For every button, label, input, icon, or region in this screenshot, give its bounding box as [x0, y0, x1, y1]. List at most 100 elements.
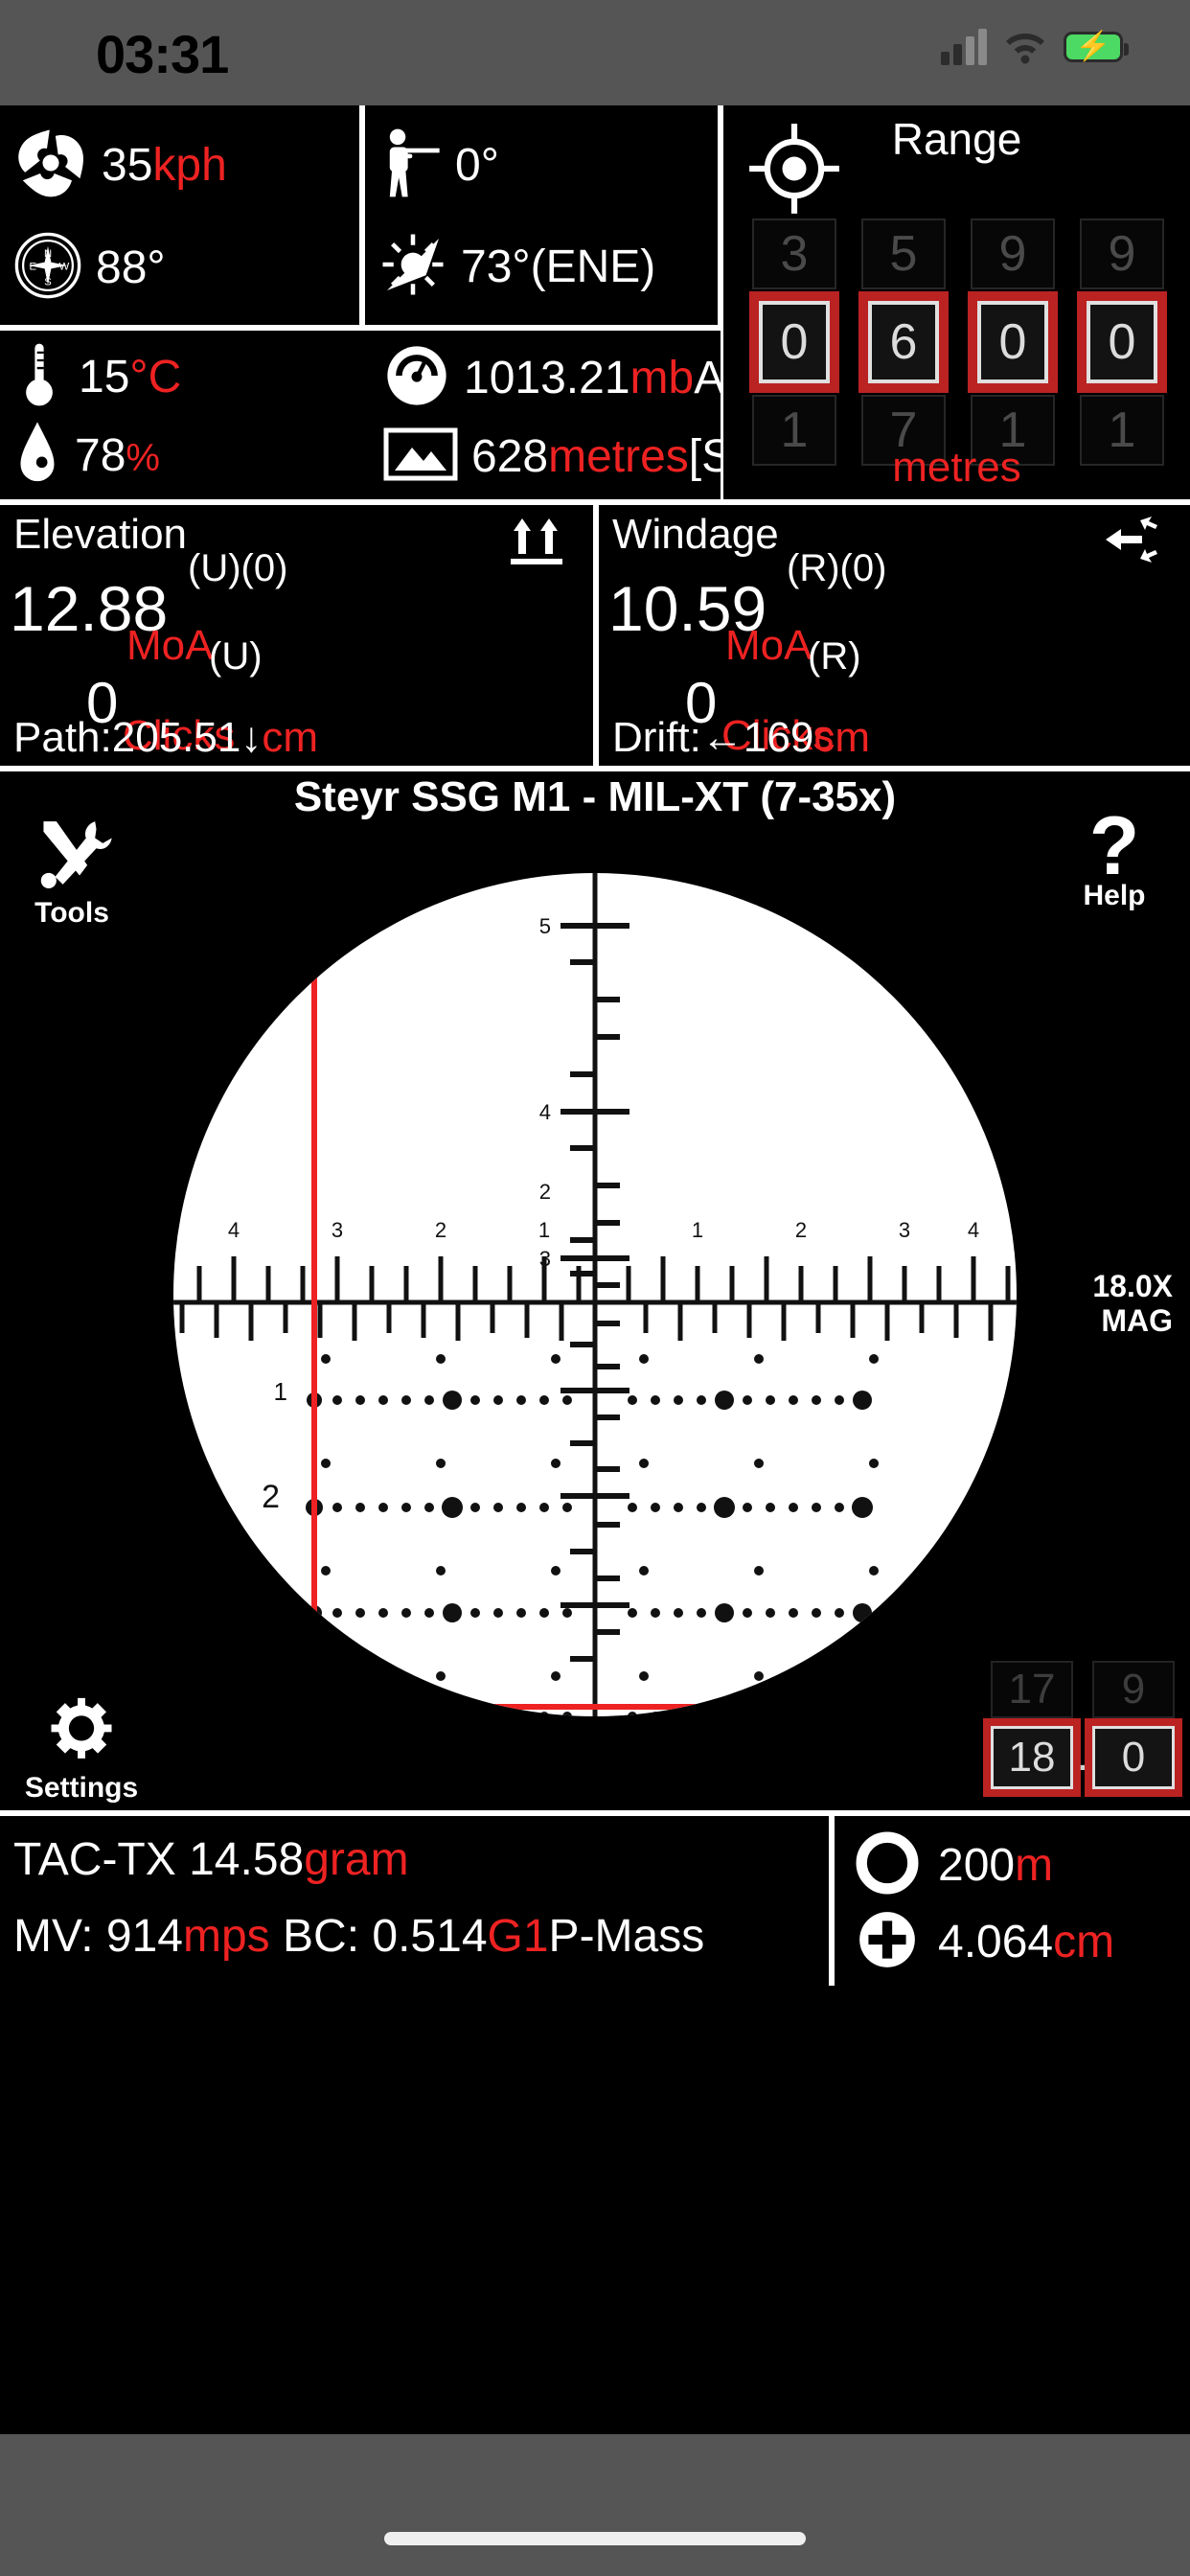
- wind-speed-row[interactable]: 35kph: [13, 126, 359, 205]
- svg-text:4: 4: [228, 1218, 240, 1242]
- range-picker[interactable]: Range 3 0 1 5 6 7 9 0 1 9 0 1 metres: [721, 105, 1190, 502]
- svg-text:4: 4: [271, 1696, 287, 1728]
- zero-range-row[interactable]: 200m: [856, 1831, 1053, 1899]
- wifi-icon: [1004, 30, 1046, 64]
- elevation-panel[interactable]: Elevation (U)(0) 12.88 MoA (U) 0 Clicks …: [0, 502, 596, 769]
- svg-text:2: 2: [435, 1218, 446, 1242]
- svg-text:N: N: [44, 248, 52, 260]
- windage-title: Windage: [612, 511, 779, 558]
- range-digit-above[interactable]: 5: [861, 218, 946, 289]
- mag-digit-above[interactable]: 9: [1092, 1661, 1175, 1718]
- zero-range-value: 200m: [938, 1840, 1054, 1891]
- elevation-title: Elevation: [13, 511, 188, 558]
- range-digit-wheels[interactable]: 3 0 1 5 6 7 9 0 1 9 0 1: [744, 218, 1172, 466]
- svg-text:1: 1: [692, 1218, 703, 1242]
- temperature-row[interactable]: 15°C: [13, 339, 383, 415]
- humidity-drop-icon: [13, 420, 61, 492]
- svg-text:W: W: [59, 261, 70, 272]
- svg-text:1: 1: [538, 1218, 550, 1242]
- svg-text:2: 2: [795, 1218, 807, 1242]
- mag-digit-column[interactable]: 9 0: [1085, 1661, 1182, 1797]
- status-bar: 03:31 ⚡: [0, 0, 1190, 105]
- mag-digit-selected[interactable]: 0: [1085, 1718, 1182, 1797]
- mag-digit-selected[interactable]: 18: [983, 1718, 1081, 1797]
- range-digit-selected[interactable]: 6: [858, 291, 949, 393]
- compass-icon: N S E W: [13, 231, 82, 305]
- svg-text:5: 5: [1060, 1218, 1071, 1242]
- home-indicator[interactable]: [384, 2532, 806, 2545]
- temperature-value: 15°C: [79, 351, 182, 402]
- sight-height-value: 4.064cm: [938, 1917, 1115, 1967]
- humidity-row[interactable]: 78%: [13, 420, 383, 492]
- compass-rose-icon: [378, 230, 447, 304]
- gauge-icon: [383, 342, 450, 414]
- status-bar-clock: 03:31: [96, 24, 229, 84]
- range-digit-above[interactable]: 9: [971, 218, 1055, 289]
- range-digit-above[interactable]: 3: [752, 218, 836, 289]
- angle-cell[interactable]: 0° 73°(ENE): [362, 105, 721, 328]
- mag-digit-column[interactable]: 17 18: [983, 1661, 1081, 1797]
- magnification-readout: 18.0X MAG: [1092, 1269, 1173, 1339]
- elevation-unit: MoA: [126, 622, 214, 669]
- wind-bearing-row[interactable]: N S E W 88°: [13, 231, 359, 305]
- ring-icon: [856, 1831, 919, 1899]
- help-button[interactable]: ? Help: [1052, 800, 1177, 912]
- windage-panel[interactable]: Windage (R)(0) 10.59 MoA (R) 0 Clicks Dr…: [596, 502, 1190, 769]
- svg-text:2: 2: [274, 1590, 287, 1619]
- plus-circle-icon: [856, 1908, 919, 1976]
- svg-text:4: 4: [968, 1218, 979, 1242]
- question-mark-icon: ?: [1088, 800, 1140, 892]
- range-digit-column[interactable]: 5 6 7: [854, 218, 953, 466]
- ballistics-app: 35kph N S E W 88° 0° 73°(ENE) 15°C 78% 1…: [0, 105, 1190, 2434]
- mag-decimal-separator: .: [1076, 1730, 1089, 1781]
- humidity-value: 78%: [75, 429, 160, 481]
- svg-text:4: 4: [539, 1100, 551, 1124]
- range-digit-above[interactable]: 9: [1080, 218, 1164, 289]
- mag-digit-above[interactable]: 17: [991, 1661, 1073, 1718]
- svg-text:E: E: [29, 261, 36, 272]
- crosshair-target-icon: [746, 121, 842, 217]
- status-bar-indicators: ⚡: [941, 29, 1129, 65]
- ammo-panel[interactable]: TAC-TX 14.58gram MV: 914mps BC: 0.514G1P…: [0, 1813, 832, 1986]
- magnification-picker[interactable]: 17 18 . 9 0: [983, 1661, 1182, 1797]
- fan-icon: [13, 126, 88, 205]
- sight-height-row[interactable]: 4.064cm: [856, 1908, 1114, 1976]
- range-digit-column[interactable]: 3 0 1: [744, 218, 844, 466]
- range-digit-column[interactable]: 9 0 1: [963, 218, 1063, 466]
- wind-cell[interactable]: 35kph N S E W 88°: [0, 105, 362, 328]
- shooter-icon: [378, 126, 442, 204]
- svg-text:5: 5: [539, 914, 551, 938]
- svg-text:3: 3: [332, 1218, 343, 1242]
- range-digit-selected[interactable]: 0: [968, 291, 1058, 393]
- shot-angle-value: 0°: [455, 139, 499, 191]
- windage-direction-mid: (R): [808, 635, 861, 678]
- range-digit-selected[interactable]: 0: [749, 291, 839, 393]
- double-up-arrow-icon: [509, 515, 564, 573]
- elevation-path: Path:205.51↓cm: [13, 714, 318, 761]
- cellular-signal-icon: [941, 29, 987, 65]
- windage-direction-top: (R)(0): [787, 547, 887, 589]
- svg-text:5: 5: [125, 1218, 136, 1242]
- range-digit-selected[interactable]: 0: [1077, 291, 1167, 393]
- direction-value: 73°(ENE): [461, 242, 656, 293]
- elevation-direction-mid: (U): [209, 635, 263, 678]
- settings-label: Settings: [24, 1772, 139, 1804]
- mountain-icon: [383, 425, 458, 489]
- atmosphere-cell[interactable]: 15°C 78% 1013.21mb 628metres: [0, 328, 834, 502]
- magnification-label: MAG: [1101, 1302, 1173, 1338]
- zero-panel[interactable]: 200m 4.064cm: [832, 1813, 1190, 1986]
- thermometer-icon: [13, 339, 65, 415]
- direction-row[interactable]: 73°(ENE): [378, 230, 718, 304]
- ammo-ballistics: MV: 914mps BC: 0.514G1P-Mass: [13, 1911, 705, 1962]
- svg-text:S: S: [44, 276, 52, 288]
- range-digit-column[interactable]: 9 0 1: [1072, 218, 1172, 466]
- svg-text:2: 2: [262, 1479, 280, 1515]
- tools-label: Tools: [34, 897, 109, 929]
- scope-panel[interactable]: Steyr SSG M1 - MIL-XT (7-35x) 5 4 2 5 4 …: [0, 769, 1190, 1813]
- shot-angle-row[interactable]: 0°: [378, 126, 718, 204]
- settings-button[interactable]: Settings: [10, 1690, 153, 1805]
- battery-charging-icon: ⚡: [1064, 32, 1129, 62]
- elevation-direction-top: (U)(0): [188, 547, 288, 589]
- tools-button[interactable]: Tools: [10, 814, 134, 930]
- range-unit-label: metres: [892, 444, 1021, 491]
